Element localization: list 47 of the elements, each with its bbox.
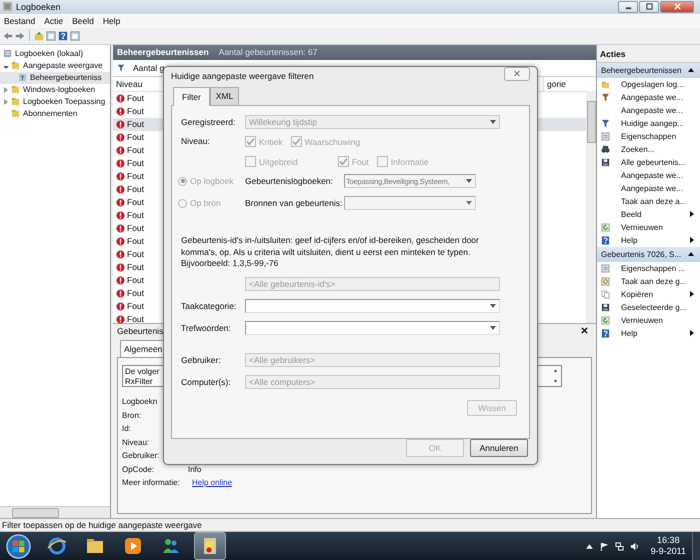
view-title: Beheergebeurtenissen (117, 47, 209, 58)
field-value: Info (188, 464, 202, 474)
field-label: Bronnen van gebeurtenis: (245, 198, 344, 208)
field-label: Meer informatie: (122, 478, 181, 488)
field-label: Trefwoorden: (181, 322, 232, 333)
field-label: Logboekn (122, 397, 158, 406)
field-label: Gebeurtenislogboeken: (245, 176, 334, 186)
field-label: OpCode: (122, 464, 156, 474)
clock-time: 16:38 (657, 535, 680, 546)
field-label: Bron: (122, 410, 142, 420)
field-label: Niveau: (181, 136, 211, 146)
level-text: Fout (127, 262, 144, 272)
actions-title: Acties (597, 44, 700, 63)
level-text: Fout (127, 184, 144, 194)
level-text: Fout (127, 275, 144, 286)
dialog-title: Huidige aangepaste weergave filteren (171, 70, 314, 81)
level-text: Fout (127, 223, 144, 234)
field-label: Gebruiker: (122, 451, 160, 460)
status-text: Filter toepassen op de huidige aangepaste weergave (2, 520, 202, 530)
window-title: Logboeken (16, 2, 61, 12)
level-text: Fout (127, 249, 144, 260)
message-text: De volger (125, 366, 160, 377)
level-text: Fout (127, 301, 144, 312)
level-text: Fout (127, 236, 144, 246)
clock-date: 9-9-2011 (650, 546, 686, 557)
field-label: Geregistreerd: (181, 117, 236, 128)
field-label: Id: (122, 424, 132, 434)
level-text: Fout (127, 171, 144, 182)
level-text: Fout (127, 197, 144, 208)
level-text: Fout (127, 132, 144, 142)
level-text: Fout (127, 158, 144, 168)
field-label: Taakcategorie: (181, 300, 238, 311)
field-label: Computer(s): (181, 376, 232, 387)
level-text: Fout (127, 314, 144, 324)
level-text: Fout (127, 145, 144, 156)
details-title: Gebeurtenis (117, 326, 164, 336)
level-text: Fout (127, 210, 144, 220)
level-text: Fout (127, 288, 144, 298)
field-label: Gebruiker: (181, 354, 222, 365)
level-text: Fout (127, 106, 144, 116)
event-count: Aantal gebeurtenissen: 67 (218, 47, 318, 58)
filter-text: Aantal g (133, 62, 164, 73)
field-label: Niveau: (122, 438, 150, 447)
level-text: Fout (127, 93, 144, 104)
ids-help-text: Gebeurtenis-id's in-/uitsluiten: geef id-cijfers en/of id-bereiken, gescheiden door komma's, op. Als u criteria wilt uitsluiten, dient u eerst een minteken te typen. Bijvoorbeeld: 1,3,5-99,-76 (181, 235, 480, 270)
message-text: RxFilter (125, 376, 153, 387)
level-text: Fout (127, 119, 144, 130)
